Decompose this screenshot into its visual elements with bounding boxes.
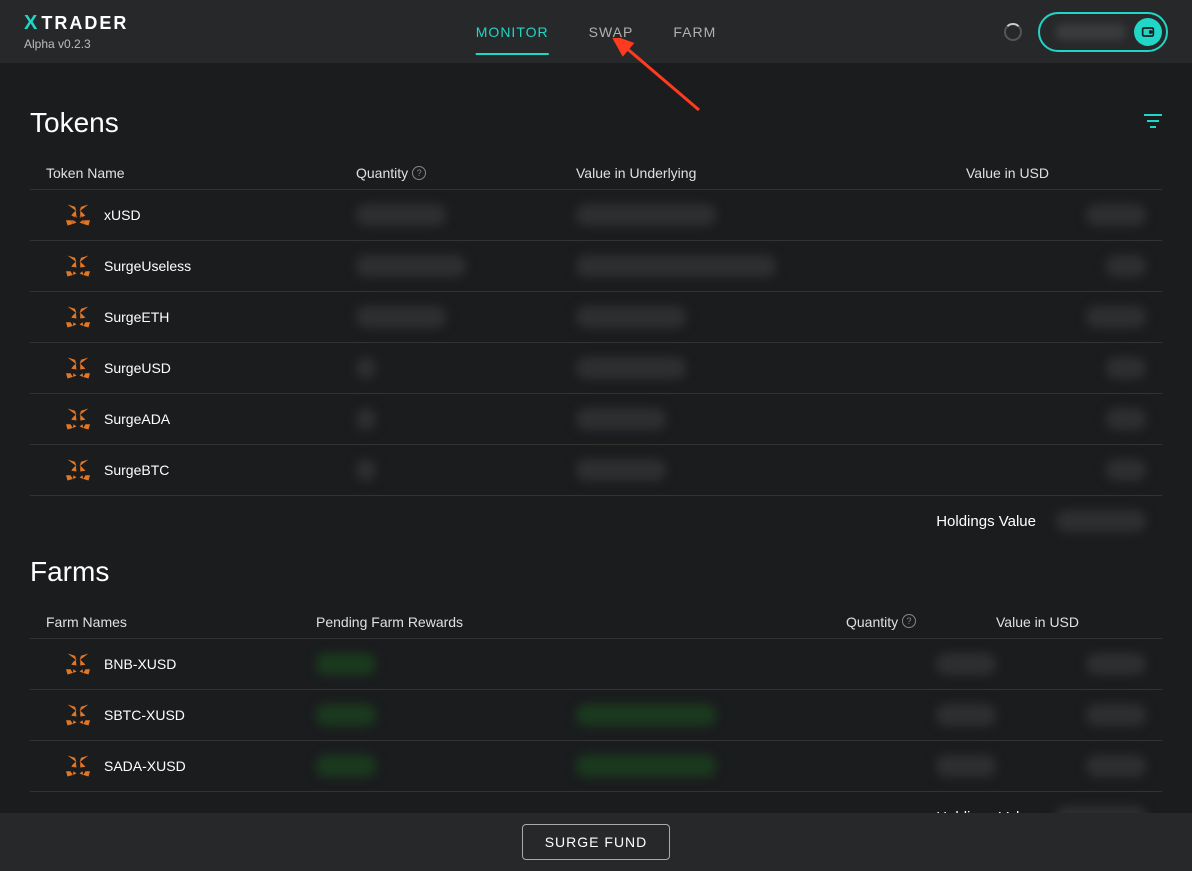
wallet-icon bbox=[1134, 18, 1162, 46]
table-row[interactable]: SADA-XUSD bbox=[30, 740, 1162, 791]
table-row[interactable]: SurgeADA bbox=[30, 393, 1162, 444]
redacted-value bbox=[576, 255, 776, 277]
holdings-label: Holdings Value bbox=[936, 513, 1036, 530]
token-icon bbox=[66, 356, 90, 380]
redacted-value bbox=[936, 755, 996, 777]
farm-name: BNB-XUSD bbox=[104, 656, 176, 672]
redacted-value bbox=[576, 755, 716, 777]
redacted-value bbox=[1086, 704, 1146, 726]
token-name: SurgeADA bbox=[104, 411, 170, 427]
app-name: TRADER bbox=[41, 13, 128, 34]
token-name: SurgeUSD bbox=[104, 360, 171, 376]
token-icon bbox=[66, 458, 90, 482]
redacted-value bbox=[936, 704, 996, 726]
token-icon bbox=[66, 754, 90, 778]
redacted-value bbox=[576, 408, 666, 430]
col-farm-name: Farm Names bbox=[46, 614, 316, 630]
redacted-value bbox=[1106, 408, 1146, 430]
table-row[interactable]: SurgeUSD bbox=[30, 342, 1162, 393]
token-icon bbox=[66, 652, 90, 676]
wallet-address-redacted bbox=[1056, 24, 1126, 40]
token-icon bbox=[66, 203, 90, 227]
main-nav: MONITOR SWAP FARM bbox=[476, 0, 716, 63]
tokens-title: Tokens bbox=[30, 107, 119, 139]
farms-table: Farm Names Pending Farm Rewards Quantity… bbox=[30, 606, 1162, 842]
token-icon bbox=[66, 703, 90, 727]
filter-button[interactable] bbox=[1144, 114, 1162, 133]
table-row[interactable]: SBTC-XUSD bbox=[30, 689, 1162, 740]
farms-section-head: Farms bbox=[30, 556, 1162, 588]
tokens-section-head: Tokens bbox=[30, 107, 1162, 139]
token-name: SurgeETH bbox=[104, 309, 169, 325]
table-row[interactable]: xUSD bbox=[30, 189, 1162, 240]
redacted-value bbox=[576, 204, 716, 226]
token-name: xUSD bbox=[104, 207, 141, 223]
wallet-button[interactable] bbox=[1038, 12, 1168, 52]
logo-block: X TRADER Alpha v0.2.3 bbox=[24, 12, 128, 51]
app-logo[interactable]: X TRADER bbox=[24, 12, 128, 35]
col-farm-usd: Value in USD bbox=[996, 614, 1146, 630]
redacted-value bbox=[356, 255, 466, 277]
redacted-value bbox=[576, 459, 666, 481]
redacted-value bbox=[1106, 357, 1146, 379]
token-icon bbox=[66, 254, 90, 278]
redacted-value bbox=[1086, 653, 1146, 675]
redacted-value bbox=[356, 459, 376, 481]
redacted-value bbox=[356, 306, 446, 328]
redacted-value bbox=[576, 306, 686, 328]
col-farm-qty: Quantity ? bbox=[846, 614, 996, 630]
redacted-value bbox=[316, 755, 376, 777]
tokens-table: Token Name Quantity ? Value in Underlyin… bbox=[30, 157, 1162, 546]
redacted-value bbox=[1106, 459, 1146, 481]
version-label: Alpha v0.2.3 bbox=[24, 37, 128, 51]
redacted-value bbox=[356, 408, 376, 430]
redacted-value bbox=[356, 357, 376, 379]
redacted-value bbox=[576, 704, 716, 726]
nav-farm[interactable]: FARM bbox=[673, 0, 716, 63]
redacted-value bbox=[1106, 255, 1146, 277]
filter-icon bbox=[1144, 114, 1162, 128]
logo-x-icon: X bbox=[24, 12, 39, 35]
tokens-holdings-row: Holdings Value bbox=[30, 495, 1162, 546]
token-icon bbox=[66, 407, 90, 431]
farms-title: Farms bbox=[30, 556, 109, 588]
col-usd: Value in USD bbox=[966, 165, 1146, 181]
header-right bbox=[1004, 12, 1168, 52]
table-row[interactable]: SurgeBTC bbox=[30, 444, 1162, 495]
redacted-value bbox=[316, 704, 376, 726]
redacted-value bbox=[576, 357, 686, 379]
farm-name: SADA-XUSD bbox=[104, 758, 186, 774]
token-name: SurgeBTC bbox=[104, 462, 169, 478]
farm-name: SBTC-XUSD bbox=[104, 707, 185, 723]
col-token-name: Token Name bbox=[46, 165, 356, 181]
redacted-value bbox=[1056, 510, 1146, 532]
token-name: SurgeUseless bbox=[104, 258, 191, 274]
loading-spinner-icon bbox=[1004, 23, 1022, 41]
bottom-bar: SURGE FUND bbox=[0, 813, 1192, 871]
token-icon bbox=[66, 305, 90, 329]
col-rewards: Pending Farm Rewards bbox=[316, 614, 576, 630]
table-row[interactable]: SurgeUseless bbox=[30, 240, 1162, 291]
table-row[interactable]: SurgeETH bbox=[30, 291, 1162, 342]
app-header: X TRADER Alpha v0.2.3 MONITOR SWAP FARM bbox=[0, 0, 1192, 63]
redacted-value bbox=[356, 204, 446, 226]
redacted-value bbox=[1086, 755, 1146, 777]
redacted-value bbox=[1086, 204, 1146, 226]
redacted-value bbox=[936, 653, 996, 675]
nav-swap[interactable]: SWAP bbox=[589, 0, 634, 63]
nav-monitor[interactable]: MONITOR bbox=[476, 0, 549, 63]
help-icon[interactable]: ? bbox=[902, 614, 916, 628]
surge-fund-button[interactable]: SURGE FUND bbox=[522, 824, 671, 860]
col-underlying: Value in Underlying bbox=[576, 165, 966, 181]
farms-header-row: Farm Names Pending Farm Rewards Quantity… bbox=[30, 606, 1162, 638]
table-row[interactable]: BNB-XUSD bbox=[30, 638, 1162, 689]
redacted-value bbox=[1086, 306, 1146, 328]
help-icon[interactable]: ? bbox=[412, 166, 426, 180]
tokens-header-row: Token Name Quantity ? Value in Underlyin… bbox=[30, 157, 1162, 189]
redacted-value bbox=[316, 653, 376, 675]
col-quantity: Quantity ? bbox=[356, 165, 576, 181]
